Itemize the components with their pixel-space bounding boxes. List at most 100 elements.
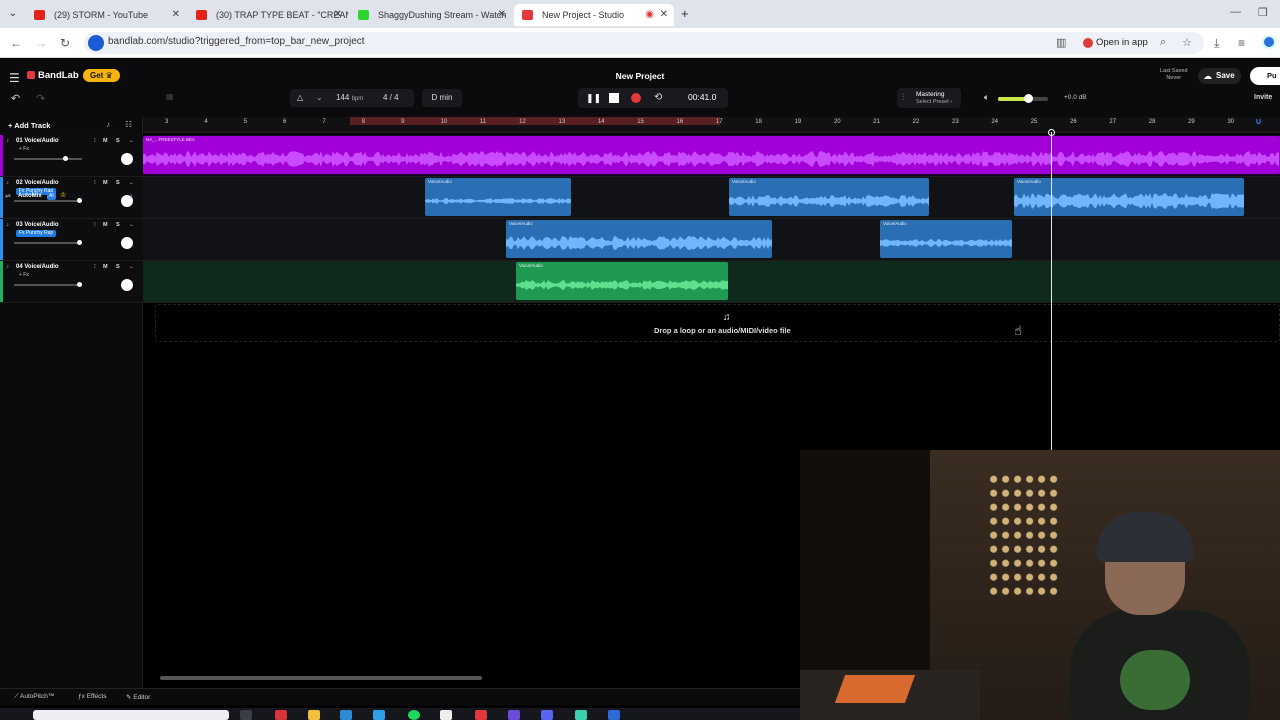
track-lane-2[interactable]: Voice/Audio Voice/Audio Voice/Audio (143, 177, 1280, 219)
project-title[interactable]: New Project (0, 71, 1280, 81)
reading-mode-icon[interactable]: ▥ (1056, 36, 1066, 49)
track-name[interactable]: 03 Voice/Audio (16, 222, 59, 228)
solo-button[interactable]: S (116, 222, 120, 228)
audio-clip[interactable]: Voice/Audio (425, 178, 571, 216)
chevron-down-icon[interactable]: ⌄ (129, 222, 134, 228)
track-options-icon[interactable]: ⋮ (92, 180, 98, 186)
pan-knob[interactable] (121, 279, 133, 291)
invite-button[interactable]: Invite (1254, 94, 1272, 101)
track-volume-knob[interactable] (77, 282, 82, 287)
grid-icon[interactable]: ▦ (166, 92, 174, 101)
new-tab-plus-icon[interactable]: + (681, 6, 689, 21)
track-header-4[interactable]: ♪ 04 Voice/Audio + Fx ⋮ M S ⌄ (0, 261, 143, 303)
audio-clip[interactable]: Voice/Audio (506, 220, 772, 258)
editor-tab[interactable]: ✎ Editor (126, 693, 150, 701)
drop-zone[interactable] (155, 304, 1280, 342)
back-arrow-icon[interactable]: ← (10, 36, 22, 50)
task-view-icon[interactable] (240, 710, 252, 720)
track-name[interactable]: 01 Voice/Audio (16, 138, 59, 144)
menu-hamburger-icon[interactable]: ☰ (9, 71, 20, 85)
pause-icon[interactable]: ❚❚ (586, 93, 601, 103)
track-fx-button[interactable]: + Fx (16, 146, 32, 153)
track-lane-3[interactable]: Voice/Audio Voice/Audio (143, 219, 1280, 261)
chevron-down-icon[interactable]: ⌄ (129, 264, 134, 270)
solo-button[interactable]: S (116, 180, 120, 186)
pan-knob[interactable] (121, 153, 133, 165)
spotify-icon[interactable] (408, 710, 420, 720)
site-info-icon[interactable] (88, 35, 104, 51)
speaker-icon[interactable]: 🔈︎ (984, 92, 989, 103)
solo-button[interactable]: S (116, 138, 120, 144)
close-tab-icon[interactable]: ✕ (498, 4, 506, 26)
track-fx-button[interactable]: Fx Punchy Rap (16, 230, 57, 237)
loop-region[interactable] (350, 117, 720, 125)
browser-tab-trap-beat[interactable]: (30) TRAP TYPE BEAT - "CREAM" ✕ (188, 4, 348, 26)
audio-clip[interactable]: Voice/Audio (880, 220, 1012, 258)
track-name[interactable]: 02 Voice/Audio (16, 180, 59, 186)
file-explorer-icon[interactable] (308, 710, 320, 720)
maximize-icon[interactable]: ❐ (1258, 6, 1268, 19)
track-volume-slider[interactable] (14, 156, 82, 161)
stop-icon[interactable] (609, 93, 619, 103)
url-text[interactable]: bandlab.com/studio?triggered_from=top_ba… (108, 36, 365, 47)
track-volume-knob[interactable] (77, 240, 82, 245)
chevron-down-icon[interactable]: ⌄ (129, 138, 134, 144)
publish-button[interactable]: Pu (1250, 67, 1280, 85)
mute-button[interactable]: M (103, 138, 108, 144)
chrome-icon[interactable] (475, 710, 487, 720)
solo-button[interactable]: S (116, 264, 120, 270)
redo-icon[interactable]: ↷ (36, 92, 45, 105)
taskbar-app-icon[interactable] (608, 710, 620, 720)
autopitch-tab[interactable]: ⟋ AutoPitch™ (14, 693, 54, 701)
omnibox[interactable]: bandlab.com/studio?triggered_from=top_ba… (84, 32, 1204, 54)
get-membership-button[interactable]: Get ♛ (83, 69, 120, 82)
edge-icon[interactable] (373, 710, 385, 720)
mastering-preset[interactable]: ⫶ Mastering Select Preset › (897, 88, 961, 108)
downloads-icon[interactable]: ⤓ (1214, 36, 1219, 51)
taskbar-app-icon[interactable] (440, 710, 452, 720)
metronome-icon[interactable]: △ (297, 89, 303, 107)
track-header-3[interactable]: ♪ 03 Voice/Audio Fx Punchy Rap ⋮ M S ⌄ (0, 219, 143, 261)
track-volume-knob[interactable] (63, 156, 68, 161)
taskbar-search-box[interactable] (33, 710, 229, 720)
save-button[interactable]: Save (1198, 68, 1241, 84)
mute-button[interactable]: M (103, 180, 108, 186)
taskbar-app-icon[interactable] (340, 710, 352, 720)
profile-avatar[interactable] (1262, 35, 1276, 49)
playhead[interactable] (1051, 132, 1052, 450)
taskbar-app-icon[interactable] (575, 710, 587, 720)
mute-button[interactable]: M (103, 264, 108, 270)
open-in-app-button[interactable]: Open in app (1080, 35, 1154, 51)
track-lane-1[interactable]: NA_...FREESTYLE BEA (143, 135, 1280, 177)
track-options-icon[interactable]: ⋮ (92, 222, 98, 228)
track-options-icon[interactable]: ⋮ (92, 138, 98, 144)
effects-tab[interactable]: ƒx Effects (78, 693, 106, 700)
audio-clip[interactable]: Voice/Audio (1014, 178, 1244, 216)
master-volume-knob[interactable] (1024, 94, 1033, 103)
bpm-value[interactable]: 144 bpm (336, 89, 363, 108)
loop-icon[interactable]: ⟲ (654, 93, 664, 103)
undo-icon[interactable]: ↶ (11, 92, 20, 105)
mute-button[interactable]: M (103, 222, 108, 228)
track-fx-button[interactable]: + Fx (16, 272, 32, 279)
timeline-ruler[interactable]: 3 4 5 6 7 8 9 10 11 12 13 14 15 16 17 18 19 20 21 22 23 24 25 2… (143, 117, 1280, 133)
taskbar-app-icon[interactable] (275, 710, 287, 720)
key-selector[interactable]: D min (422, 89, 462, 107)
track-volume-slider[interactable] (14, 240, 82, 245)
reload-icon[interactable]: ↻ (60, 36, 70, 50)
track-lane-4[interactable]: Voice/Audio (143, 261, 1280, 303)
audio-clip[interactable]: NA_...FREESTYLE BEA (143, 136, 1280, 174)
record-icon[interactable] (631, 93, 641, 103)
taskbar-app-icon[interactable] (508, 710, 520, 720)
track-header-1[interactable]: ♪ 01 Voice/Audio + Fx ⋮ M S ⌄ (0, 135, 143, 177)
track-name[interactable]: 04 Voice/Audio (16, 264, 59, 270)
bookmark-star-icon[interactable]: ☆ (1182, 36, 1192, 49)
snap-u-icon[interactable]: U (1256, 119, 1261, 126)
track-volume-slider[interactable] (14, 282, 82, 287)
add-track-button[interactable]: + Add Track (8, 121, 50, 130)
tuner-icon[interactable]: ♪ (106, 120, 110, 129)
horizontal-scrollbar[interactable] (160, 676, 482, 680)
media-control-icon[interactable]: ≡ (1238, 36, 1245, 50)
close-tab-icon[interactable]: ✕ (172, 4, 180, 26)
chevron-down-icon[interactable]: ⌄ (129, 180, 134, 186)
